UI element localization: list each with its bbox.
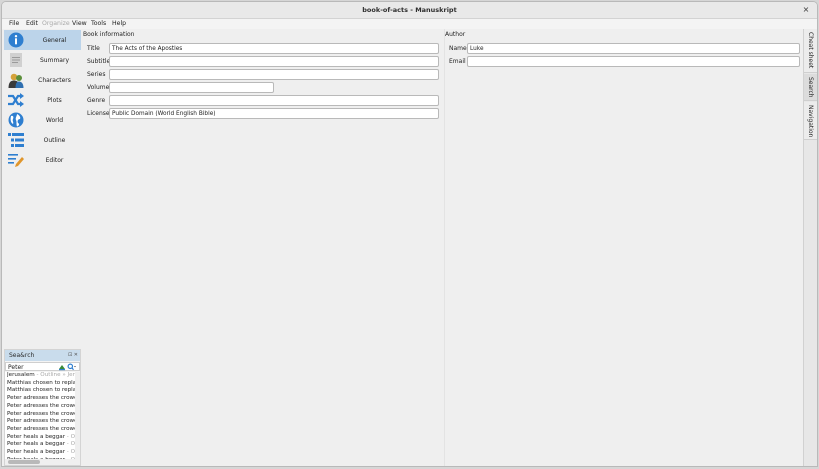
menu-bar: File Edit Organize View Tools Help (2, 19, 817, 29)
sidebar-item-editor[interactable]: Editor (4, 150, 81, 170)
menu-edit[interactable]: Edit (26, 20, 38, 27)
section-divider (444, 29, 445, 466)
results-hscrollbar[interactable] (5, 459, 80, 465)
email-label: Email (449, 58, 466, 65)
result-text: Peter heals a beggar (7, 449, 66, 455)
window-title: book-of-acts - Manuskript (362, 6, 457, 14)
title-value: The Acts of the Apostles (112, 46, 183, 52)
sidebar-item-label: World (45, 117, 64, 124)
sidebar-item-plots[interactable]: Plots (4, 90, 81, 110)
plots-icon (8, 93, 24, 107)
summary-icon (10, 53, 22, 67)
subtitle-field[interactable] (109, 56, 439, 67)
sidebar-item-label: Characters (38, 77, 71, 84)
general-page: Book information Title The Acts of the A… (83, 29, 803, 466)
tab-navigation[interactable]: Navigation (804, 102, 817, 140)
result-text: Peter adresses the crowd (7, 418, 77, 425)
search-dock-header: Sea&rch ⊡ ✕ (5, 350, 80, 361)
sidebar-item-label: Summary (40, 57, 69, 64)
genre-field[interactable] (109, 95, 439, 106)
tab-search-label: Search (807, 77, 814, 98)
book-info-title: Book information (83, 31, 135, 38)
license-label: License (87, 110, 110, 117)
title-label: Title (87, 45, 100, 52)
results-scrollbar[interactable] (75, 372, 80, 460)
sidebar-item-outline[interactable]: Outline (4, 130, 81, 150)
subtitle-label: Subtitle (87, 58, 111, 65)
series-label: Series (87, 71, 106, 78)
hscroll-thumb[interactable] (8, 460, 40, 464)
tab-search[interactable]: Search (804, 74, 817, 101)
result-text: Peter adresses the crowd (7, 425, 77, 432)
volume-label: Volume (87, 84, 110, 91)
name-field[interactable]: Luke (467, 43, 800, 54)
result-text: Matthias chosen to replac (7, 379, 77, 386)
sidebar-item-label: General (42, 37, 67, 44)
license-field[interactable]: Public Domain (World English Bible) (109, 108, 439, 119)
license-value: Public Domain (World English Bible) (112, 111, 216, 117)
clear-search-icon[interactable] (58, 363, 66, 371)
dock-buttons[interactable]: ⊡ ✕ (68, 352, 78, 358)
sidebar-item-label: Outline (43, 137, 66, 144)
menu-view[interactable]: View (72, 20, 87, 27)
author-title: Author (445, 31, 466, 38)
name-label: Name (449, 45, 467, 52)
tab-navigation-label: Navigation (807, 105, 814, 138)
result-text: Peter adresses the crowd (7, 395, 77, 402)
app-window: book-of-acts - Manuskript × File Edit Or… (1, 1, 818, 467)
result-text: Peter adresses the crowd (7, 402, 77, 409)
search-options-icon[interactable] (67, 363, 76, 371)
search-dock-title: Sea&rch (9, 352, 35, 359)
menu-help[interactable]: Help (112, 20, 126, 27)
sidebar-item-summary[interactable]: Summary (4, 50, 81, 70)
result-text: Peter heals a beggar (7, 441, 66, 448)
menu-tools[interactable]: Tools (91, 20, 106, 27)
sidebar-item-characters[interactable]: Characters (4, 70, 81, 90)
result-text: Jerusalem (7, 372, 35, 378)
characters-icon (8, 73, 24, 88)
sidebar-item-label: Plots (47, 97, 62, 104)
menu-organize: Organize (42, 20, 70, 27)
result-text: Peter adresses the crowd (7, 410, 77, 417)
close-window-button[interactable]: × (801, 5, 811, 15)
title-bar: book-of-acts - Manuskript × (2, 2, 817, 19)
outline-icon (8, 133, 24, 147)
sidebar-item-world[interactable]: World (4, 110, 81, 130)
search-results[interactable]: Jerusalem - Outline » Jeru Matthias chose… (5, 372, 77, 460)
email-field[interactable] (467, 56, 800, 67)
search-dock: Sea&rch ⊡ ✕ Peter Jerusalem - Outline » … (4, 349, 81, 466)
result-location: - Outline » Jeru (34, 372, 78, 378)
result-text: Matthias chosen to replac (7, 387, 77, 394)
tab-cheat-sheet[interactable]: Cheat sheet (804, 29, 817, 73)
info-icon (8, 32, 24, 48)
search-input[interactable]: Peter (5, 362, 80, 371)
tab-cheat-sheet-label: Cheat sheet (807, 32, 814, 69)
sidebar-item-label: Editor (45, 157, 64, 164)
right-dock-tabs: Cheat sheet Search Navigation (803, 29, 817, 466)
result-text: Peter heals a beggar (7, 433, 66, 440)
sidebar: General Summary Characters Plots World O… (4, 29, 81, 334)
volume-field[interactable] (109, 82, 274, 93)
menu-file[interactable]: File (9, 20, 19, 27)
sidebar-item-general[interactable]: General (4, 30, 81, 50)
search-query: Peter (8, 364, 24, 371)
world-icon (8, 112, 24, 128)
series-field[interactable] (109, 69, 439, 80)
name-value: Luke (470, 46, 484, 52)
editor-icon (8, 154, 24, 167)
genre-label: Genre (87, 97, 106, 104)
title-field[interactable]: The Acts of the Apostles (109, 43, 439, 54)
